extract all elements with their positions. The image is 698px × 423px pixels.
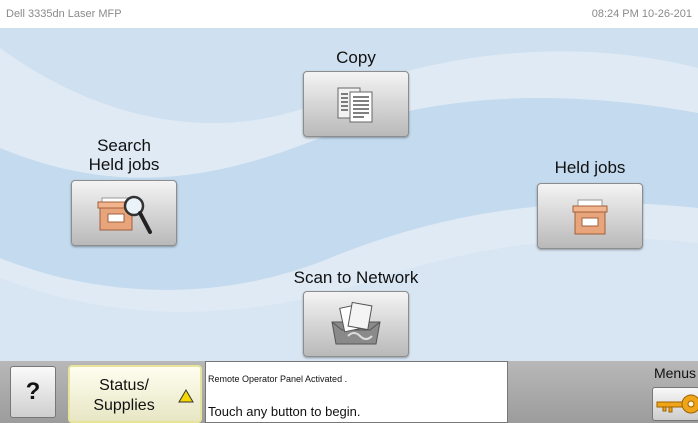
held-jobs-tile: Held jobs: [537, 158, 643, 249]
bottom-bar: ? Status/ Supplies Remote Operator Panel…: [0, 361, 698, 423]
home-screen: Copy Search Held jobs Held jobs Scan to …: [0, 28, 698, 361]
status-supplies-button[interactable]: Status/ Supplies: [68, 365, 202, 423]
status-label-line1: Status/: [99, 377, 149, 394]
copy-icon: [337, 87, 373, 123]
message-box: Remote Operator Panel Activated . Touch …: [205, 361, 508, 423]
status-header: Dell 3335dn Laser MFP 08:24 PM 10-26-201: [0, 0, 698, 28]
help-button[interactable]: ?: [10, 366, 56, 418]
date-time: 08:24 PM 10-26-201: [591, 8, 692, 20]
scan-to-network-label: Scan to Network: [293, 268, 419, 287]
held-jobs-label: Held jobs: [554, 158, 626, 177]
copy-button[interactable]: [303, 71, 409, 137]
copy-label: Copy: [336, 48, 376, 67]
status-supplies-label: Status/ Supplies: [86, 376, 162, 416]
menus-label: Menus: [653, 365, 696, 381]
scan-to-network-tile: Scan to Network: [271, 268, 441, 357]
search-held-jobs-tile: Search Held jobs: [71, 136, 177, 246]
copy-tile: Copy: [303, 48, 409, 137]
search-held-jobs-label-line1: Search: [97, 136, 151, 155]
search-held-jobs-button[interactable]: [71, 180, 177, 246]
search-held-jobs-icon: [97, 195, 152, 234]
printer-model: Dell 3335dn Laser MFP: [6, 8, 122, 20]
warning-icon: [178, 389, 194, 403]
search-held-jobs-label-line2: Held jobs: [88, 155, 160, 174]
status-label-line2: Supplies: [93, 397, 155, 414]
held-jobs-button[interactable]: [537, 183, 643, 249]
menus-button[interactable]: [652, 387, 698, 421]
key-icon: [656, 394, 698, 414]
scan-to-network-button[interactable]: [303, 291, 409, 357]
scan-to-network-icon: [331, 301, 381, 345]
help-label: ?: [25, 378, 41, 405]
message-line1: Remote Operator Panel Activated .: [208, 374, 348, 384]
held-jobs-icon: [572, 199, 608, 235]
message-line2: Touch any button to begin.: [208, 404, 361, 419]
